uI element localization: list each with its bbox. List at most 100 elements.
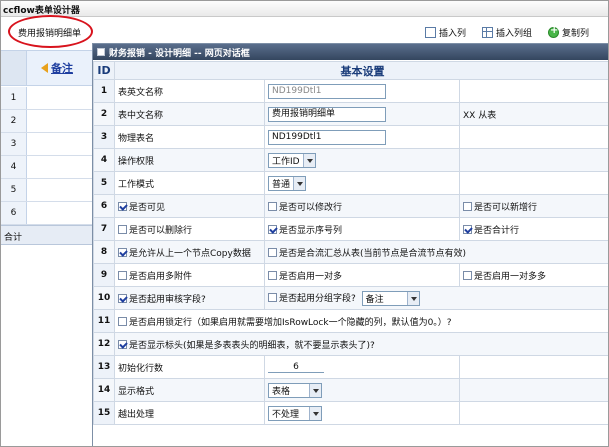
row-number: 6: [1, 202, 27, 224]
insert-column-label: 插入列: [439, 28, 467, 39]
chevron-down-icon[interactable]: [309, 406, 321, 420]
insert-column-group-label: 插入列组: [496, 28, 533, 39]
group-field-checkbox[interactable]: 是否起用分组字段? 备注: [264, 286, 608, 310]
row-id: 7: [93, 217, 115, 241]
field-label: 显示格式: [114, 378, 265, 402]
table-row: 13 初始化行数 6: [93, 355, 608, 379]
one-to-many-checkbox[interactable]: 是否启用一对多: [264, 263, 460, 287]
table-row: 15 越出处理 不处理: [93, 401, 608, 425]
row-id: 12: [93, 332, 115, 356]
table-row: 5 工作模式 普通: [93, 171, 608, 195]
row-number: 2: [1, 110, 27, 132]
row-id: 9: [93, 263, 115, 287]
window-title: ccflow表单设计器: [3, 6, 80, 16]
total-label: 合计: [4, 233, 23, 243]
work-mode-select[interactable]: 普通: [268, 175, 307, 191]
copy-column-label: 复制列: [562, 28, 590, 39]
grid-row[interactable]: 4: [1, 156, 97, 179]
show-header-checkbox[interactable]: 是否显示标头(如果是多表表头的明细表，就不要显示表头了)?: [114, 332, 608, 356]
audit-field-checkbox[interactable]: 是否起用审核字段?: [114, 286, 265, 310]
title-bar: ccflow表单设计器: [1, 1, 608, 17]
one-to-many-many-checkbox[interactable]: 是否启用一对多多: [459, 263, 608, 287]
group-field-select[interactable]: 备注: [361, 290, 420, 306]
row-id: 3: [93, 125, 115, 149]
total-row: 合计: [1, 225, 97, 245]
row-number: 1: [1, 87, 27, 109]
row-id: 15: [93, 401, 115, 425]
chevron-down-icon[interactable]: [302, 153, 315, 167]
table-row: 9 是否启用多附件 是否启用一对多 是否启用一对多多: [93, 263, 608, 287]
grid-row[interactable]: 2: [1, 110, 97, 133]
field-label: 表中文名称: [114, 102, 265, 126]
copy-column-button[interactable]: 复制列: [542, 23, 597, 41]
form-name-tab[interactable]: 费用报销明细单: [18, 26, 81, 40]
dialog-title: 财务报销 - 设计明细 -- 网页对话框: [109, 49, 250, 59]
table-row: 2 表中文名称 费用报销明细单 XX 从表: [93, 102, 608, 126]
grid-corner: [1, 51, 27, 85]
row-id: 8: [93, 240, 115, 264]
field-note: XX 从表: [459, 102, 608, 126]
field-label: 越出处理: [114, 401, 265, 425]
row-id: 2: [93, 102, 115, 126]
table-row: 6 是否可见 是否可以修改行 是否可以新增行: [93, 194, 608, 218]
copy-column-icon: [548, 25, 560, 38]
show-index-checkbox[interactable]: 是否显示序号列: [264, 217, 460, 241]
visible-checkbox[interactable]: 是否可见: [114, 194, 265, 218]
column-header-remark[interactable]: 备注: [41, 60, 73, 76]
table-row: 3 物理表名 ND199Dtl1: [93, 125, 608, 149]
merge-summary-checkbox[interactable]: 是否是合流汇总从表(当前节点是合流节点有效): [264, 240, 608, 264]
insert-column-icon: [425, 26, 436, 38]
grid-row[interactable]: 3: [1, 133, 97, 156]
row-id: 13: [93, 355, 115, 379]
chinese-name-input[interactable]: 费用报销明细单: [268, 106, 386, 122]
table-row: 8 是允许从上一个节点Copy数据 是否是合流汇总从表(当前节点是合流节点有效): [93, 240, 608, 264]
grid-row[interactable]: 6: [1, 202, 97, 225]
table-row: 1 表英文名称 ND199Dtl1: [93, 79, 608, 103]
chevron-down-icon[interactable]: [293, 176, 306, 190]
dialog-title-bar: 财务报销 - 设计明细 -- 网页对话框: [93, 44, 608, 60]
copy-prev-node-checkbox[interactable]: 是允许从上一个节点Copy数据: [114, 240, 265, 264]
deletable-checkbox[interactable]: 是否可以删除行: [114, 217, 265, 241]
display-format-select[interactable]: 表格: [268, 382, 322, 398]
field-label: 物理表名: [114, 125, 265, 149]
chevron-down-icon[interactable]: [309, 383, 321, 397]
arrow-left-icon[interactable]: [41, 63, 48, 73]
column-header-label[interactable]: 备注: [51, 60, 73, 76]
row-id: 11: [93, 309, 115, 333]
toolbar: 插入列 插入列组 复制列: [419, 23, 597, 43]
grid-row[interactable]: 1: [1, 87, 97, 110]
table-row: 11 是否启用锁定行（如果启用就需要增加IsRowLock一个隐藏的列，默认值为…: [93, 309, 608, 333]
field-label: 工作模式: [114, 171, 265, 195]
detail-settings-dialog: 财务报销 - 设计明细 -- 网页对话框 ID 基本设置 1 表英文名称 ND1…: [92, 43, 608, 446]
overflow-select[interactable]: 不处理: [268, 405, 322, 421]
multi-attachment-checkbox[interactable]: 是否启用多附件: [114, 263, 265, 287]
field-label: 初始化行数: [114, 355, 265, 379]
english-name-input[interactable]: ND199Dtl1: [268, 83, 386, 99]
insert-column-button[interactable]: 插入列: [419, 23, 474, 41]
total-row-checkbox[interactable]: 是否合计行: [459, 217, 608, 241]
row-id: 10: [93, 286, 115, 310]
table-row: 4 操作权限 工作ID: [93, 148, 608, 172]
row-lock-checkbox[interactable]: 是否启用锁定行（如果启用就需要增加IsRowLock一个隐藏的列，默认值为0。）…: [114, 309, 608, 333]
insert-column-group-icon: [482, 26, 494, 38]
table-row: 7 是否可以删除行 是否显示序号列 是否合计行: [93, 217, 608, 241]
editable-checkbox[interactable]: 是否可以修改行: [264, 194, 460, 218]
permission-select[interactable]: 工作ID: [268, 152, 316, 168]
insert-column-group-button[interactable]: 插入列组: [476, 23, 540, 41]
designer-window: ccflow表单设计器 费用报销明细单 插入列 插入列组 复制列 备注 1 2 …: [0, 0, 609, 447]
row-id: 14: [93, 378, 115, 402]
field-label: 表英文名称: [114, 79, 265, 103]
dialog-window-icon: [97, 48, 105, 56]
insertable-checkbox[interactable]: 是否可以新增行: [459, 194, 608, 218]
row-number: 3: [1, 133, 27, 155]
init-rows-input[interactable]: 6: [268, 362, 324, 373]
field-label: 操作权限: [114, 148, 265, 172]
row-number: 4: [1, 156, 27, 178]
grid-header: 备注: [1, 50, 97, 86]
table-header: ID 基本设置: [93, 61, 608, 80]
grid-row[interactable]: 5: [1, 179, 97, 202]
chevron-down-icon[interactable]: [406, 291, 419, 305]
row-id: 5: [93, 171, 115, 195]
basic-settings-header: 基本设置: [114, 61, 608, 80]
physical-table-input[interactable]: ND199Dtl1: [268, 129, 386, 145]
